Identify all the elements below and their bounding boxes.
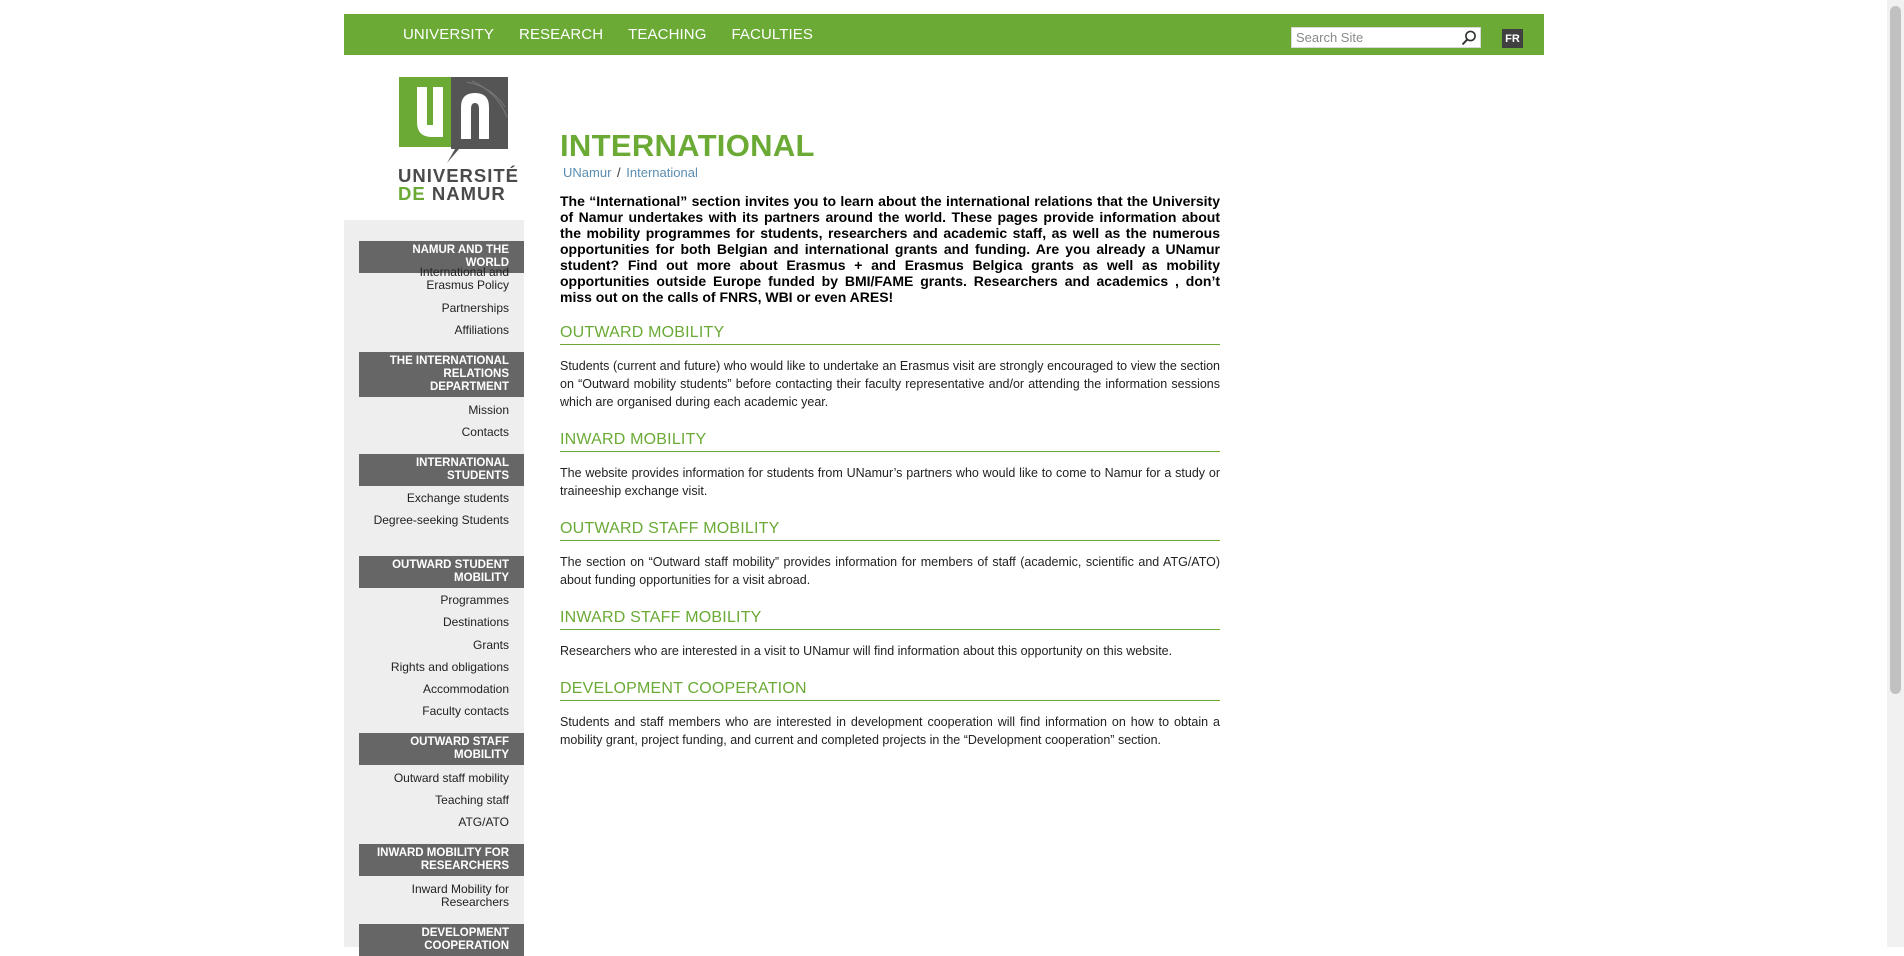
sidebar-item-exchange-students[interactable]: Exchange students — [370, 492, 509, 505]
search-input[interactable] — [1292, 28, 1457, 47]
search-icon[interactable] — [1460, 29, 1478, 47]
wordmark-de: DE — [398, 183, 426, 204]
language-switch-button[interactable]: FR — [1502, 29, 1523, 48]
main-menu: UNIVERSITY RESEARCH TEACHING FACULTIES — [403, 14, 838, 55]
sidebar-item-contacts[interactable]: Contacts — [370, 426, 509, 439]
sidebar-section-ir-department[interactable]: THE INTERNATIONAL RELATIONS DEPARTMENT — [359, 352, 524, 397]
sidebar-item-teaching-staff[interactable]: Teaching staff — [370, 794, 509, 807]
sidebar-item-grants[interactable]: Grants — [370, 639, 509, 652]
breadcrumb-home[interactable]: UNamur — [563, 165, 611, 180]
sidebar-section-intl-students[interactable]: INTERNATIONAL STUDENTS — [359, 454, 524, 486]
nav-university[interactable]: UNIVERSITY — [403, 26, 494, 43]
section-heading-outward-staff: OUTWARD STAFF MOBILITY — [560, 520, 1220, 541]
breadcrumb-separator: / — [617, 165, 621, 180]
nav-faculties[interactable]: FACULTIES — [731, 26, 812, 43]
sidebar-item-faculty-contacts[interactable]: Faculty contacts — [370, 705, 509, 718]
section-text-outward-staff: The section on “Outward staff mobility” … — [560, 555, 1220, 587]
breadcrumb-current[interactable]: International — [626, 165, 698, 180]
scrollbar[interactable] — [1887, 0, 1904, 947]
university-wordmark: UNIVERSITÉ DE NAMUR — [398, 166, 518, 204]
wordmark-namur: NAMUR — [431, 183, 506, 204]
section-heading-inward-staff: INWARD STAFF MOBILITY — [560, 609, 1220, 630]
sidebar-item-accommodation[interactable]: Accommodation — [370, 683, 509, 696]
sidebar-section-development[interactable]: DEVELOPMENT COOPERATION — [359, 924, 524, 956]
scrollbar-thumb[interactable] — [1890, 6, 1901, 694]
section-text-inward-staff: Researchers who are interested in a visi… — [560, 644, 1173, 658]
section-heading-development: DEVELOPMENT COOPERATION — [560, 680, 1220, 701]
sidebar-section-outward-staff[interactable]: OUTWARD STAFF MOBILITY — [359, 733, 524, 765]
section-heading-inward-mobility: INWARD MOBILITY — [560, 431, 1220, 452]
sidebar-item-atg-ato[interactable]: ATG/ATO — [370, 816, 509, 829]
section-text-inward-mobility: The website provides information for stu… — [560, 466, 1220, 498]
section-text-outward-mobility: Students (current and future) who would … — [560, 359, 1220, 409]
sidebar-item-outward-staff[interactable]: Outward staff mobility — [370, 772, 509, 785]
sidebar-item-partnerships[interactable]: Partnerships — [370, 302, 509, 315]
sidebar-section-outward-student[interactable]: OUTWARD STUDENT MOBILITY — [359, 556, 524, 588]
sidebar-item-erasmus-policy[interactable]: International and Erasmus Policy — [370, 266, 509, 292]
sidebar-item-mission[interactable]: Mission — [370, 404, 509, 417]
sidebar-item-inward-researchers[interactable]: Inward Mobility for Researchers — [370, 883, 509, 909]
page-title: INTERNATIONAL — [560, 128, 815, 163]
breadcrumb: UNamur / International — [563, 165, 698, 180]
section-heading-outward-mobility: OUTWARD MOBILITY — [560, 324, 1220, 345]
sidebar-item-affiliations[interactable]: Affiliations — [370, 324, 509, 337]
intro-paragraph: The “International” section invites you … — [560, 193, 1220, 305]
search-box — [1291, 27, 1481, 48]
sidebar-item-destinations[interactable]: Destinations — [370, 616, 509, 629]
sidebar-item-rights[interactable]: Rights and obligations — [370, 661, 509, 674]
nav-teaching[interactable]: TEACHING — [628, 26, 706, 43]
nav-research[interactable]: RESEARCH — [519, 26, 603, 43]
sidebar-item-programmes[interactable]: Programmes — [370, 594, 509, 607]
sidebar-section-inward-researchers[interactable]: INWARD MOBILITY FOR RESEARCHERS — [359, 844, 524, 876]
section-text-development: Students and staff members who are inter… — [560, 715, 1220, 747]
top-navigation-bar: UNIVERSITY RESEARCH TEACHING FACULTIES F… — [344, 14, 1544, 55]
sidebar-item-degree-seeking[interactable]: Degree-seeking Students — [370, 514, 509, 527]
